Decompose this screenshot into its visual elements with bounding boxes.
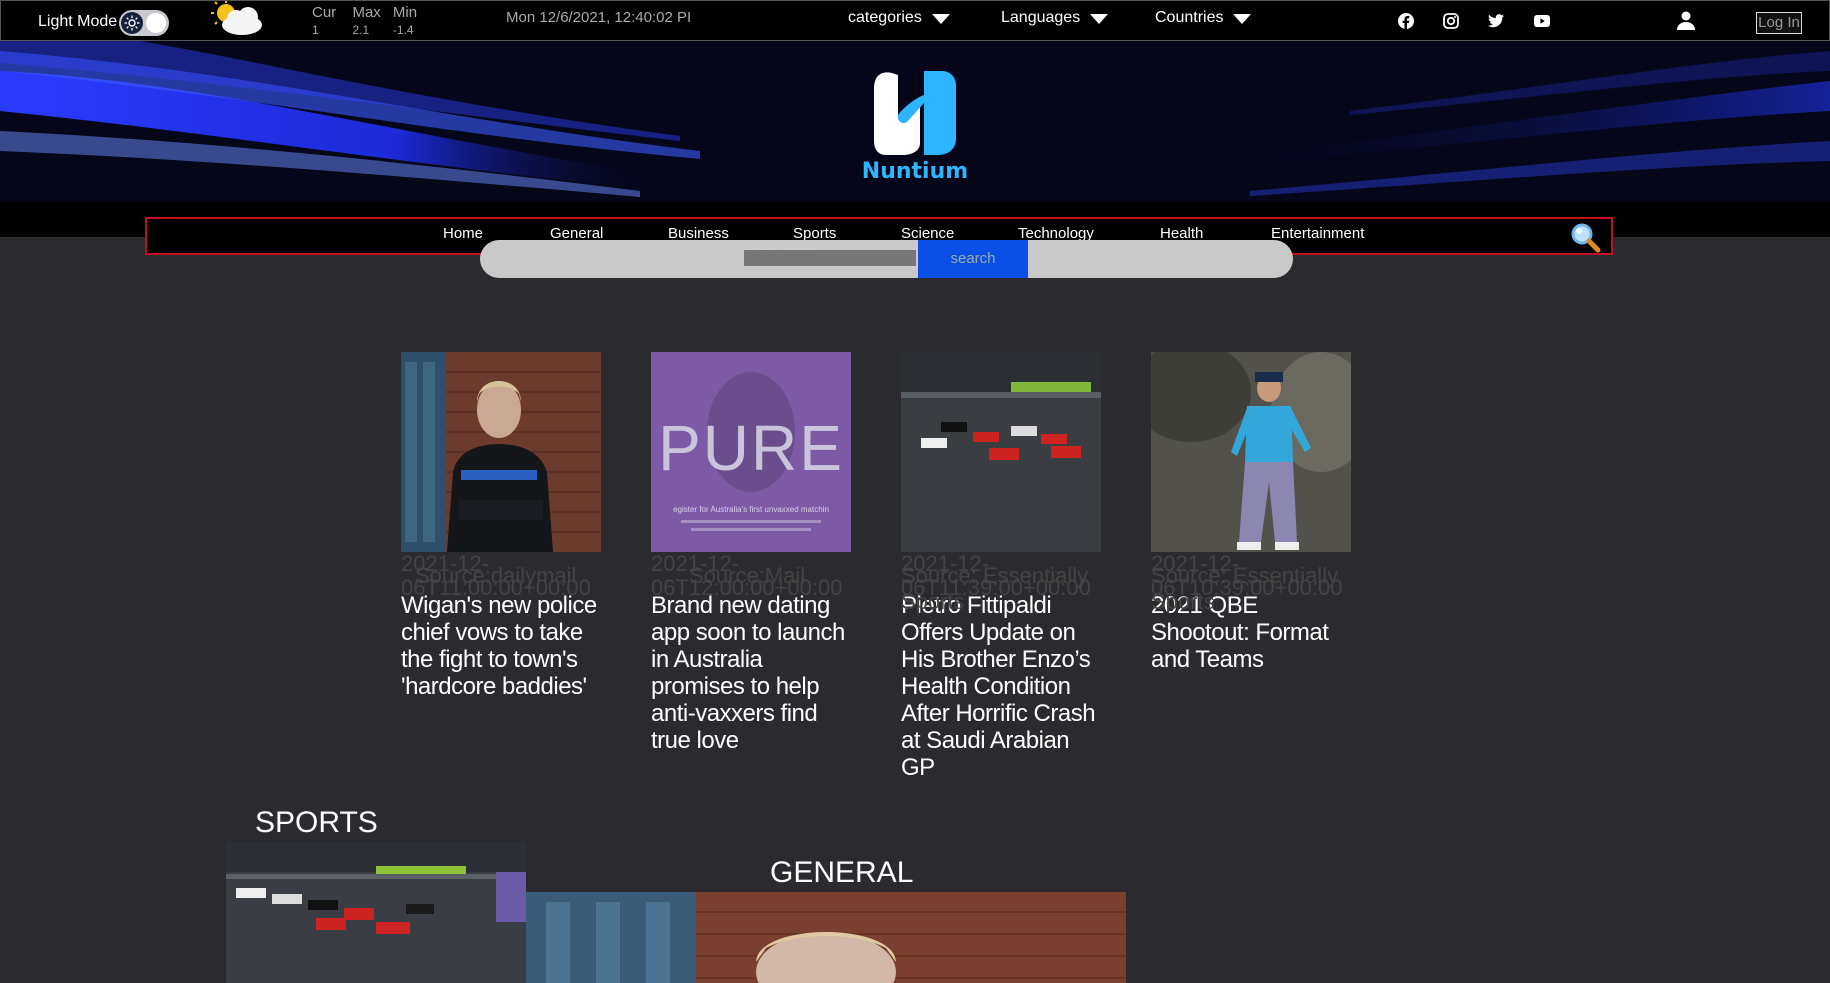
header-banner: Nuntium xyxy=(0,41,1830,201)
temp-min-value: -1.4 xyxy=(392,23,414,37)
light-mode-toggle[interactable] xyxy=(119,10,169,36)
toggle-knob xyxy=(146,13,166,33)
languages-dropdown[interactable]: Languages xyxy=(1001,9,1109,27)
temp-max-label: Max xyxy=(352,4,381,21)
languages-dropdown-label: Languages xyxy=(1001,9,1081,26)
temp-cur-value: 1 xyxy=(312,23,319,37)
svg-text:PURE: PURE xyxy=(658,412,844,484)
sun-icon xyxy=(121,12,143,34)
article-card[interactable]: 2021-12- 06T10:39:00+00:00 Source: Essent… xyxy=(1151,352,1351,673)
article-meta: 2021-12- 06T10:39:00+00:00 Source: Essent… xyxy=(1151,552,1351,615)
article-card[interactable]: 2021-12- 06T11:39:00+00:00 Source: Essent… xyxy=(901,352,1101,781)
temp-cur-label: Cur xyxy=(312,4,337,21)
article-thumbnail[interactable] xyxy=(1151,352,1351,552)
article-card[interactable]: PURE egister for Australia's first unvax… xyxy=(651,352,851,754)
brand-name: Nuntium xyxy=(861,159,969,184)
partly-cloudy-icon xyxy=(206,1,266,37)
chevron-down-icon xyxy=(1233,14,1252,24)
section-title-sports: SPORTS xyxy=(255,806,378,839)
nav-home[interactable]: Home xyxy=(443,219,483,249)
article-source: Source:Mail xyxy=(689,563,806,588)
article-card[interactable]: 2021-12- 06T11:00:00+00:00 Source:dailyma… xyxy=(401,352,601,700)
user-icon[interactable] xyxy=(1677,11,1695,31)
search-button[interactable]: search xyxy=(918,240,1028,278)
article-thumbnail[interactable] xyxy=(901,352,1101,552)
article-meta: 2021-12- 06T12:00:00+00:00 Source:Mail xyxy=(651,552,851,600)
general-section-image[interactable] xyxy=(526,892,1126,983)
search-input[interactable] xyxy=(743,249,917,267)
top-bar: Light Mode Cur 1 Max 2.1 Min -1.4 Mon 12/6/… xyxy=(0,0,1830,41)
sports-section-image[interactable] xyxy=(226,842,526,983)
section-title-general: GENERAL xyxy=(770,856,914,889)
chevron-down-icon xyxy=(931,14,950,24)
countries-dropdown[interactable]: Countries xyxy=(1155,9,1252,27)
temp-max-value: 2.1 xyxy=(352,23,370,37)
facebook-icon[interactable] xyxy=(1396,11,1416,31)
magnifier-icon[interactable] xyxy=(1569,221,1601,253)
categories-dropdown-label: categories xyxy=(848,9,922,26)
article-thumbnail[interactable] xyxy=(401,352,601,552)
article-title[interactable]: Pietro Fittipaldi Offers Update on His B… xyxy=(901,592,1101,781)
temp-min-label: Min xyxy=(392,4,418,21)
article-meta: 2021-12- 06T11:00:00+00:00 Source:dailyma… xyxy=(401,552,601,600)
article-thumbnail[interactable]: PURE egister for Australia's first unvax… xyxy=(651,352,851,552)
article-source: Source: Essentially Sports xyxy=(901,563,1089,614)
twitter-icon[interactable] xyxy=(1486,11,1506,31)
weather-temps: Cur 1 Max 2.1 Min -1.4 xyxy=(312,4,429,37)
logo-mark-icon xyxy=(874,71,956,155)
youtube-icon[interactable] xyxy=(1532,11,1552,31)
chevron-down-icon xyxy=(1090,14,1109,24)
categories-dropdown[interactable]: categories xyxy=(848,9,950,27)
svg-text:egister for Australia's first: egister for Australia's first unvaxxed m… xyxy=(673,505,829,514)
instagram-icon[interactable] xyxy=(1441,11,1461,31)
current-datetime: Mon 12/6/2021, 12:40:02 PI xyxy=(506,9,692,26)
article-meta: 2021-12- 06T11:39:00+00:00 Source: Essent… xyxy=(901,552,1101,615)
light-mode-label: Light Mode xyxy=(38,13,118,30)
article-source: Source: Essentially Sports xyxy=(1151,563,1339,614)
countries-dropdown-label: Countries xyxy=(1155,9,1224,26)
article-title[interactable]: Wigan's new police chief vows to take th… xyxy=(401,592,601,700)
site-logo[interactable]: Nuntium xyxy=(858,55,972,185)
search-bar: search xyxy=(480,240,1293,278)
login-button[interactable]: Log In xyxy=(1756,12,1802,34)
article-source: Source:dailymail xyxy=(415,563,577,588)
article-title[interactable]: Brand new dating app soon to launch in A… xyxy=(651,592,851,754)
